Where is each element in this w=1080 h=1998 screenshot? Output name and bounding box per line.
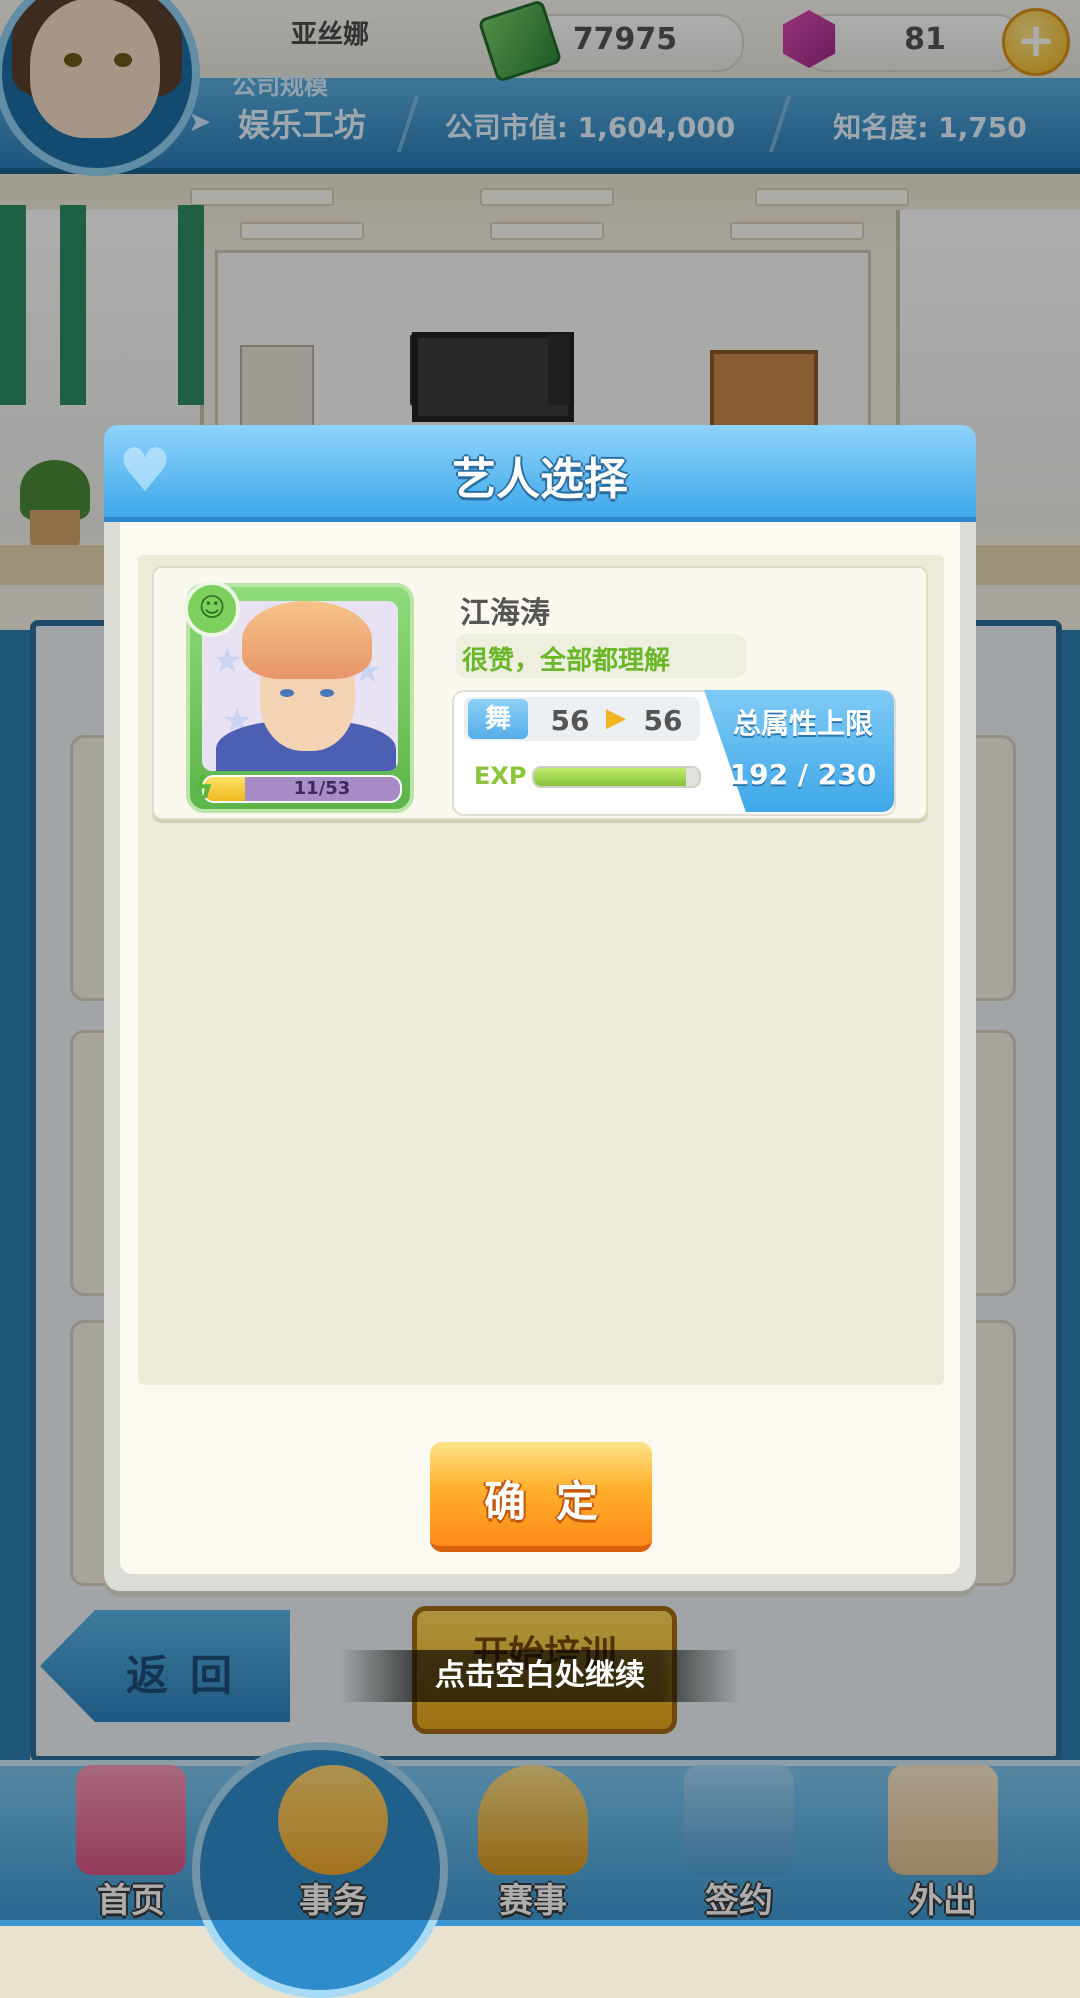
artist-portrait: ★ ★ ★ ☺ 11/53 ϟ [184,581,414,813]
artist-name: 江海涛 [460,596,550,631]
energy-bar: 11/53 [202,775,402,803]
stat-arrow-icon: ▶ [606,703,626,733]
artist-eye [320,689,334,697]
energy-text: 11/53 [293,778,351,799]
stat-name-badge: 舞 [468,699,528,739]
exp-label: EXP [474,762,527,790]
artist-eye [280,689,294,697]
stat-current-value: 56 [550,704,590,737]
tap-to-continue-hint: 点击空白处继续 [340,1650,740,1702]
confirm-button-label: 确定 [483,1477,628,1526]
exp-bar [532,766,701,788]
artist-comment: 很赞，全部都理解 [462,646,671,676]
exp-bar-fill [534,768,686,786]
artist-hair [242,601,372,679]
confirm-button[interactable]: 确定 [430,1442,652,1552]
dialog-header: ♥ 艺人选择 [104,425,976,522]
attribute-limit-value: 192 / 230 [729,758,877,791]
lightning-icon: ϟ [194,771,214,806]
star-icon: ★ [212,641,243,681]
stat-new-value: 56 [643,704,683,737]
dialog-title: 艺人选择 [452,454,628,505]
smiley-mood-icon: ☺ [184,581,240,637]
attribute-limit-label: 总属性上限 [732,707,873,740]
